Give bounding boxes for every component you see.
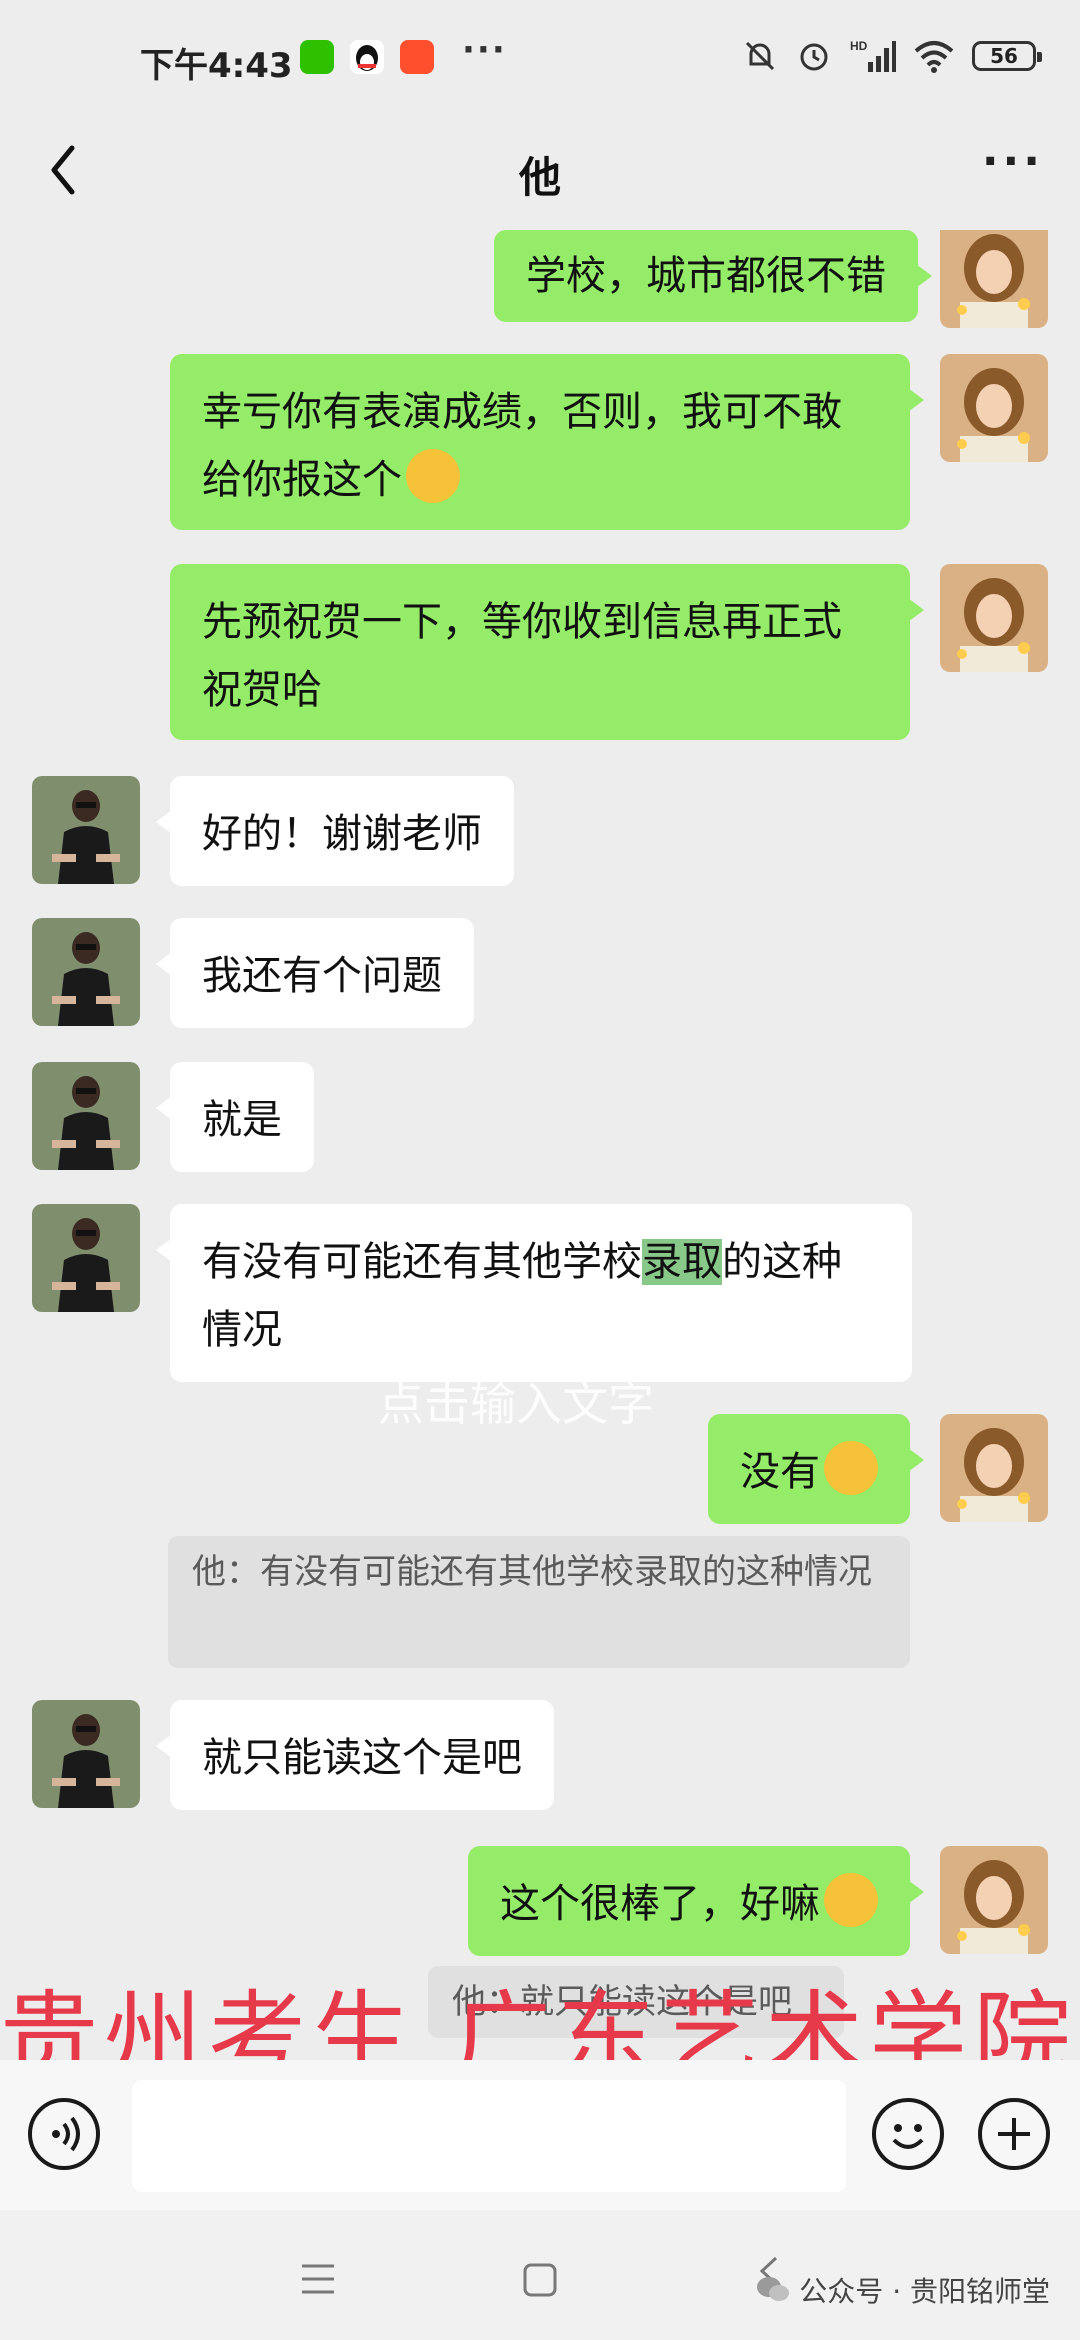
input-hint-watermark: 点击输入文字 xyxy=(378,1377,654,1431)
highlighted-text: 录取 xyxy=(642,1239,722,1285)
contact-avatar[interactable] xyxy=(32,1204,140,1312)
contact-avatar[interactable] xyxy=(32,918,140,1026)
wechat-icon xyxy=(300,40,334,74)
message-bubble-sent[interactable]: 先预祝贺一下，等你收到信息再正式祝贺哈 xyxy=(170,564,924,740)
my-avatar[interactable] xyxy=(940,230,1048,328)
message-bubble-sent[interactable]: 学校，城市都很不错 xyxy=(494,230,932,322)
message-text: 幸亏你有表演成绩，否则，我可不敢给你报这个 xyxy=(202,389,842,503)
menu-icon[interactable] xyxy=(300,2262,336,2296)
message-text: 就是 xyxy=(202,1097,282,1143)
signal-icon: HD xyxy=(850,39,896,72)
message-bubble-received[interactable]: 好的！谢谢老师 xyxy=(156,776,514,886)
alarm-icon xyxy=(800,43,828,71)
message-bubble-received[interactable]: 我还有个问题 xyxy=(156,918,474,1028)
message-text-part: 有没有可能还有其他学校 xyxy=(202,1239,642,1285)
message-list[interactable]: 学校，城市都很不错 幸亏你有表演成绩，否则，我可不敢给你报这个 先预祝贺一下，等… xyxy=(0,230,1080,2060)
contact-avatar[interactable] xyxy=(32,776,140,884)
message-text: 我还有个问题 xyxy=(202,953,442,999)
mute-icon xyxy=(745,41,775,71)
chat-title: 他 xyxy=(518,153,561,202)
quoted-message[interactable]: 他：有没有可能还有其他学校录取的这种情况 xyxy=(168,1536,910,1668)
message-text: 这个很棒了，好嘛 xyxy=(500,1881,820,1927)
my-avatar[interactable] xyxy=(940,564,1048,672)
battery-icon: 56 xyxy=(972,41,1042,71)
system-nav-bar: 公众号 · 贵阳铭师堂 xyxy=(0,2210,1080,2340)
contact-avatar[interactable] xyxy=(32,1062,140,1170)
my-avatar[interactable] xyxy=(940,1846,1048,1954)
input-bar xyxy=(0,2060,1080,2210)
message-bubble-sent[interactable]: 没有 xyxy=(708,1414,924,1524)
taobao-icon xyxy=(400,40,434,74)
message-text: 没有 xyxy=(740,1449,820,1495)
my-avatar[interactable] xyxy=(940,354,1048,462)
more-options-button[interactable]: ··· xyxy=(982,136,1044,187)
message-text: 先预祝贺一下，等你收到信息再正式祝贺哈 xyxy=(202,599,842,713)
message-bubble-sent[interactable]: 幸亏你有表演成绩，否则，我可不敢给你报这个 xyxy=(170,354,924,530)
status-more: ··· xyxy=(462,30,507,70)
message-bubble-sent[interactable]: 这个很棒了，好嘛 xyxy=(468,1846,924,1956)
message-text: 学校，城市都很不错 xyxy=(526,253,886,299)
qq-icon xyxy=(350,40,384,74)
home-icon[interactable] xyxy=(522,2262,558,2298)
svg-text:HD: HD xyxy=(850,39,868,53)
emoji-icon[interactable] xyxy=(872,2098,944,2170)
contact-avatar[interactable] xyxy=(32,1700,140,1808)
plus-icon[interactable] xyxy=(978,2098,1050,2170)
quoted-text: 他：有没有可能还有其他学校录取的这种情况 xyxy=(192,1552,872,1592)
message-input[interactable] xyxy=(132,2080,846,2192)
grinning-face-icon xyxy=(824,1441,878,1495)
grinning-face-icon xyxy=(824,1873,878,1927)
message-text: 好的！谢谢老师 xyxy=(202,811,482,857)
message-bubble-received[interactable]: 就只能读这个是吧 xyxy=(156,1700,554,1810)
chat-header: 他 ··· xyxy=(0,120,1080,230)
wechat-official-icon xyxy=(757,2277,790,2301)
message-bubble-received[interactable]: 就是 xyxy=(156,1062,314,1172)
status-right-group: HD 56 xyxy=(742,38,1042,74)
status-time: 下午4:43 xyxy=(140,46,293,86)
message-bubble-received[interactable]: 有没有可能还有其他学校录取的这种情况 xyxy=(156,1204,912,1382)
message-text: 就只能读这个是吧 xyxy=(202,1735,522,1781)
brand-text: 公众号 · 贵阳铭师堂 xyxy=(799,2275,1050,2308)
status-bar: 下午4:43 ··· HD 56 xyxy=(0,0,1080,120)
voice-icon[interactable] xyxy=(28,2098,100,2170)
brand-watermark: 公众号 · 贵阳铭师堂 xyxy=(755,2270,1050,2310)
thinking-face-icon xyxy=(406,449,460,503)
my-avatar[interactable] xyxy=(940,1414,1048,1522)
wifi-icon xyxy=(914,41,954,73)
